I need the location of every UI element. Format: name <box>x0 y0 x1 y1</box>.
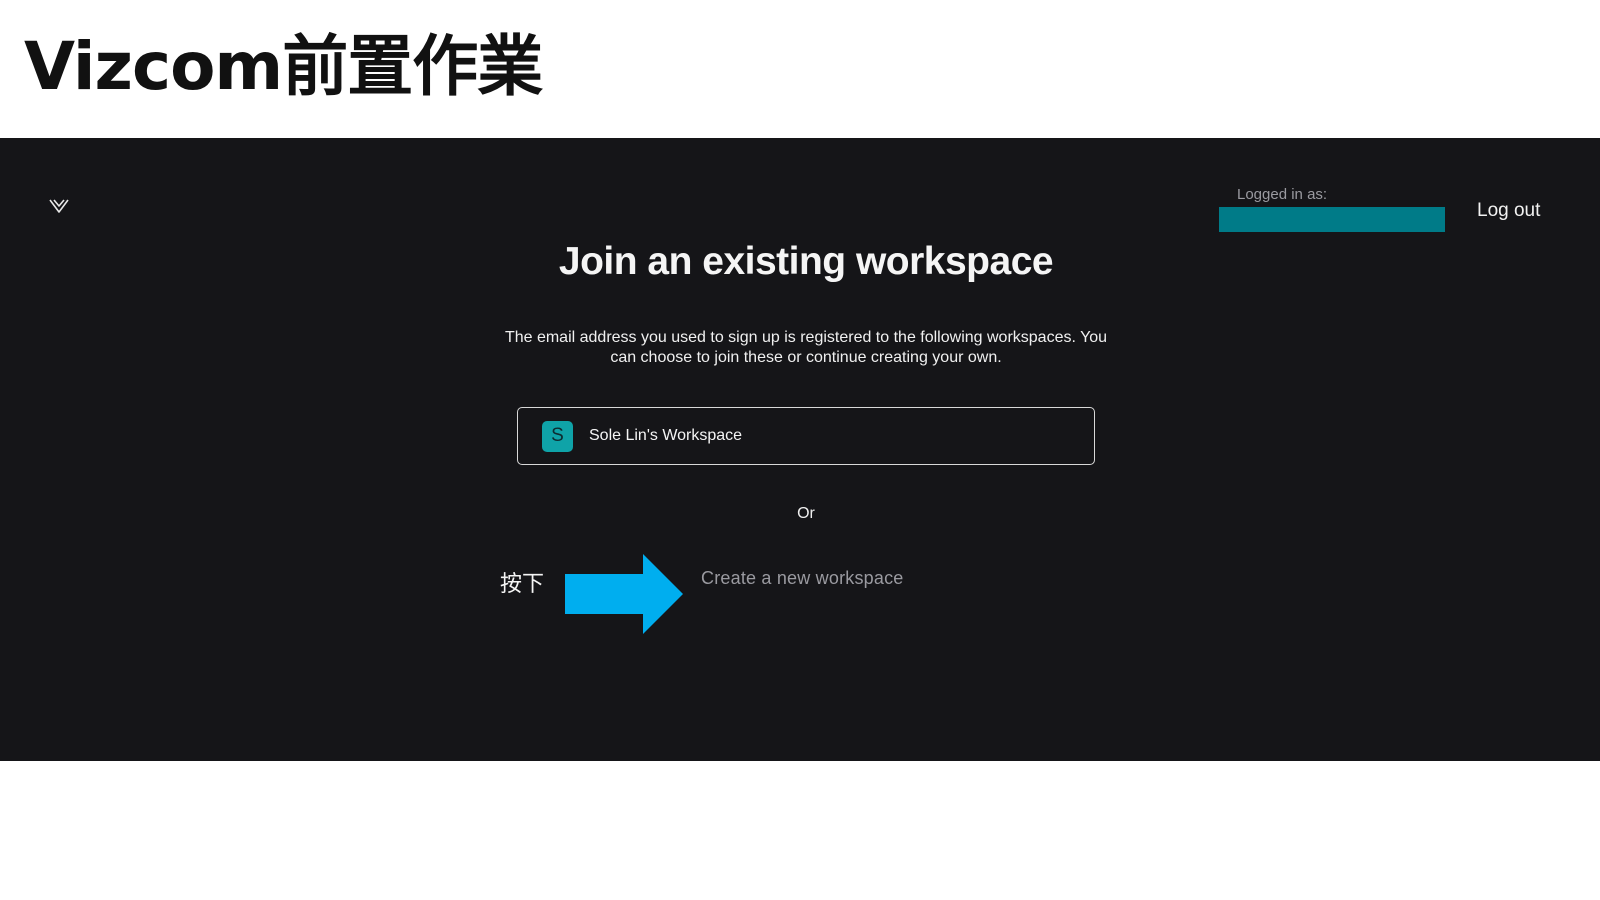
page-title: Join an existing workspace <box>558 240 1054 283</box>
user-email-redaction <box>1219 207 1445 232</box>
right-arrow-icon <box>565 554 683 634</box>
app-screen: Logged in as: Log out Join an existing w… <box>0 138 1600 761</box>
workspace-avatar: S <box>542 420 573 452</box>
logged-in-label: Logged in as: <box>1237 186 1328 203</box>
or-divider-label: Or <box>797 505 815 522</box>
logout-button[interactable]: Log out <box>1477 200 1540 222</box>
create-workspace-link[interactable]: Create a new workspace <box>701 568 904 589</box>
annotation-label: 按下 <box>500 572 545 597</box>
slide-title: Vizcom前置作業 <box>24 28 543 105</box>
page-description: The email address you used to sign up is… <box>504 329 1108 366</box>
workspace-item[interactable]: S Sole Lin's Workspace <box>517 407 1095 465</box>
logo-icon[interactable] <box>48 196 70 216</box>
workspace-name: Sole Lin's Workspace <box>589 427 743 444</box>
